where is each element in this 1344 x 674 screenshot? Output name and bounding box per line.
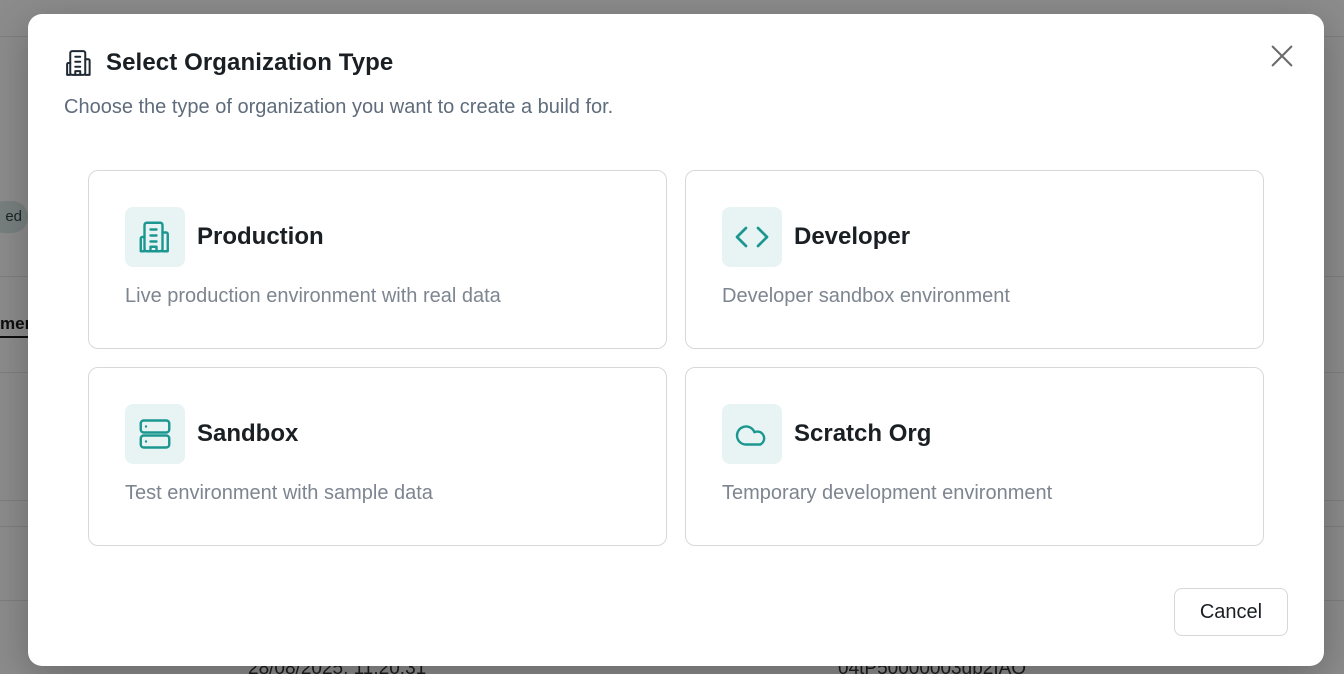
dialog-header: Select Organization Type [64,48,393,78]
option-card-sandbox[interactable]: Sandbox Test environment with sample dat… [88,367,667,546]
close-icon[interactable] [1268,42,1296,70]
dialog-title: Select Organization Type [106,49,394,76]
select-organization-type-dialog: Select Organization Type Choose the type… [28,14,1324,666]
option-title: Sandbox [197,420,299,447]
option-description: Live production environment with real da… [125,285,501,307]
option-card-scratch-org[interactable]: Scratch Org Temporary development enviro… [685,367,1264,546]
building-icon [64,48,94,78]
code-icon [722,207,782,267]
cloud-icon [722,404,782,464]
dialog-subtitle: Choose the type of organization you want… [64,96,614,118]
option-card-production[interactable]: Production Live production environment w… [88,170,667,349]
server-icon [125,404,185,464]
option-description: Developer sandbox environment [722,285,1010,307]
option-title: Production [197,223,324,250]
option-description: Temporary development environment [722,482,1053,504]
cancel-button[interactable]: Cancel [1174,588,1288,636]
option-description: Test environment with sample data [125,482,433,504]
option-card-developer[interactable]: Developer Developer sandbox environment [685,170,1264,349]
building-icon [125,207,185,267]
option-title: Scratch Org [794,420,932,447]
option-title: Developer [794,223,911,250]
